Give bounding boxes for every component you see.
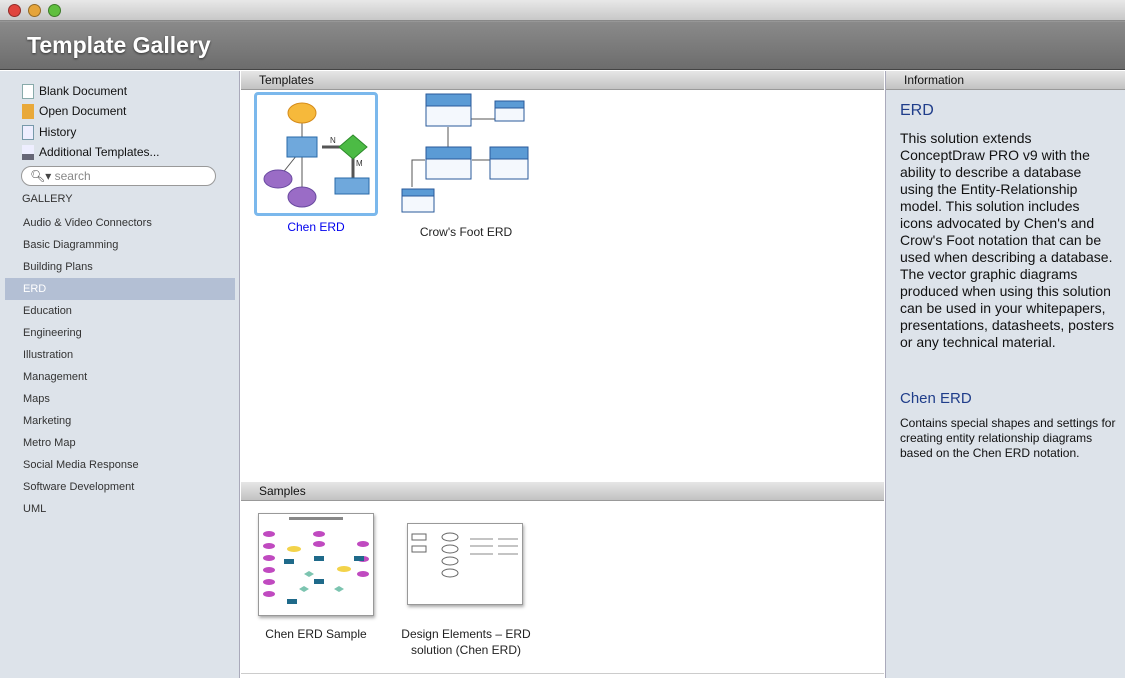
zoom-button[interactable] — [48, 4, 61, 17]
design-elements-thumbnail — [407, 523, 523, 605]
sample-label: Chen ERD Sample — [265, 627, 367, 641]
chen-erd-diagram-icon: N M — [263, 102, 370, 208]
search-placeholder: search — [54, 169, 91, 183]
gallery-item[interactable]: Software Development — [5, 476, 235, 498]
minimize-button[interactable] — [28, 4, 41, 17]
action-label: History — [39, 125, 77, 139]
gallery-item[interactable]: Management — [5, 366, 235, 388]
title-bar: Template Gallery — [0, 0, 1125, 70]
blank-document-action[interactable]: Blank Document — [22, 81, 127, 101]
search-input[interactable]: 🔍︎▾ search — [21, 166, 216, 186]
close-button[interactable] — [8, 4, 21, 17]
template-crows-foot-erd[interactable]: Crow's Foot ERD — [400, 92, 532, 239]
sample-chen-erd[interactable]: Chen ERD Sample — [250, 513, 382, 641]
information-header: Information — [886, 71, 1125, 90]
gallery-item[interactable]: Engineering — [5, 322, 235, 344]
crows-foot-erd-diagram-icon — [401, 93, 529, 213]
templates-header: Templates — [241, 71, 884, 90]
gallery-item[interactable]: Marketing — [5, 410, 235, 432]
info-subtitle: Chen ERD — [900, 390, 972, 407]
chen-erd-thumbnail: N M — [254, 92, 378, 216]
folder-icon — [22, 103, 34, 119]
chen-erd-sample-thumbnail — [258, 513, 374, 616]
gallery-item[interactable]: ERD — [5, 278, 235, 300]
action-label: Blank Document — [39, 84, 128, 98]
design-elements-diagram-icon — [411, 532, 518, 578]
sidebar: Blank Document Open Document History Add… — [0, 71, 240, 678]
action-label: Additional Templates... — [39, 145, 160, 159]
template-chen-erd[interactable]: N M Chen ERD — [254, 92, 378, 234]
gallery-item[interactable]: Social Media Response — [5, 454, 235, 476]
open-document-action[interactable]: Open Document — [22, 101, 126, 121]
action-label: Open Document — [39, 104, 127, 118]
sample-label: Design Elements – ERD solution (Chen ERD… — [401, 627, 531, 657]
additional-templates-action[interactable]: Additional Templates... — [22, 142, 160, 162]
history-icon — [22, 124, 34, 140]
info-body: This solution extends ConceptDraw PRO v9… — [900, 130, 1115, 350]
chen-erd-sample-diagram-icon — [263, 517, 369, 604]
gallery-item[interactable]: Metro Map — [5, 432, 235, 454]
gallery-heading: GALLERY — [22, 193, 73, 205]
n-label: N — [330, 136, 336, 145]
gallery-item[interactable]: Education — [5, 300, 235, 322]
window-chrome — [0, 0, 1125, 21]
information-panel: Information ERD This solution extends Co… — [885, 71, 1125, 678]
gallery-item[interactable]: Building Plans — [5, 256, 235, 278]
gallery-item[interactable]: Basic Diagramming — [5, 234, 235, 256]
search-icon: 🔍︎▾ — [30, 169, 55, 183]
template-label: Crow's Foot ERD — [419, 225, 513, 239]
download-icon — [22, 144, 34, 160]
gallery-item[interactable]: Maps — [5, 388, 235, 410]
samples-header: Samples — [241, 482, 884, 501]
sample-design-elements[interactable]: Design Elements – ERD solution (Chen ERD… — [390, 523, 542, 658]
m-label: M — [356, 159, 363, 168]
template-label: Chen ERD — [287, 220, 345, 234]
info-subbody: Contains special shapes and settings for… — [900, 416, 1116, 460]
gallery-item[interactable]: UML — [5, 498, 235, 520]
gallery-item[interactable]: Illustration — [5, 344, 235, 366]
blank-document-icon — [22, 83, 34, 99]
gallery-item[interactable]: Audio & Video Connectors — [5, 212, 235, 234]
history-action[interactable]: History — [22, 122, 76, 142]
window-title: Template Gallery — [27, 32, 211, 58]
info-title: ERD — [900, 102, 934, 119]
